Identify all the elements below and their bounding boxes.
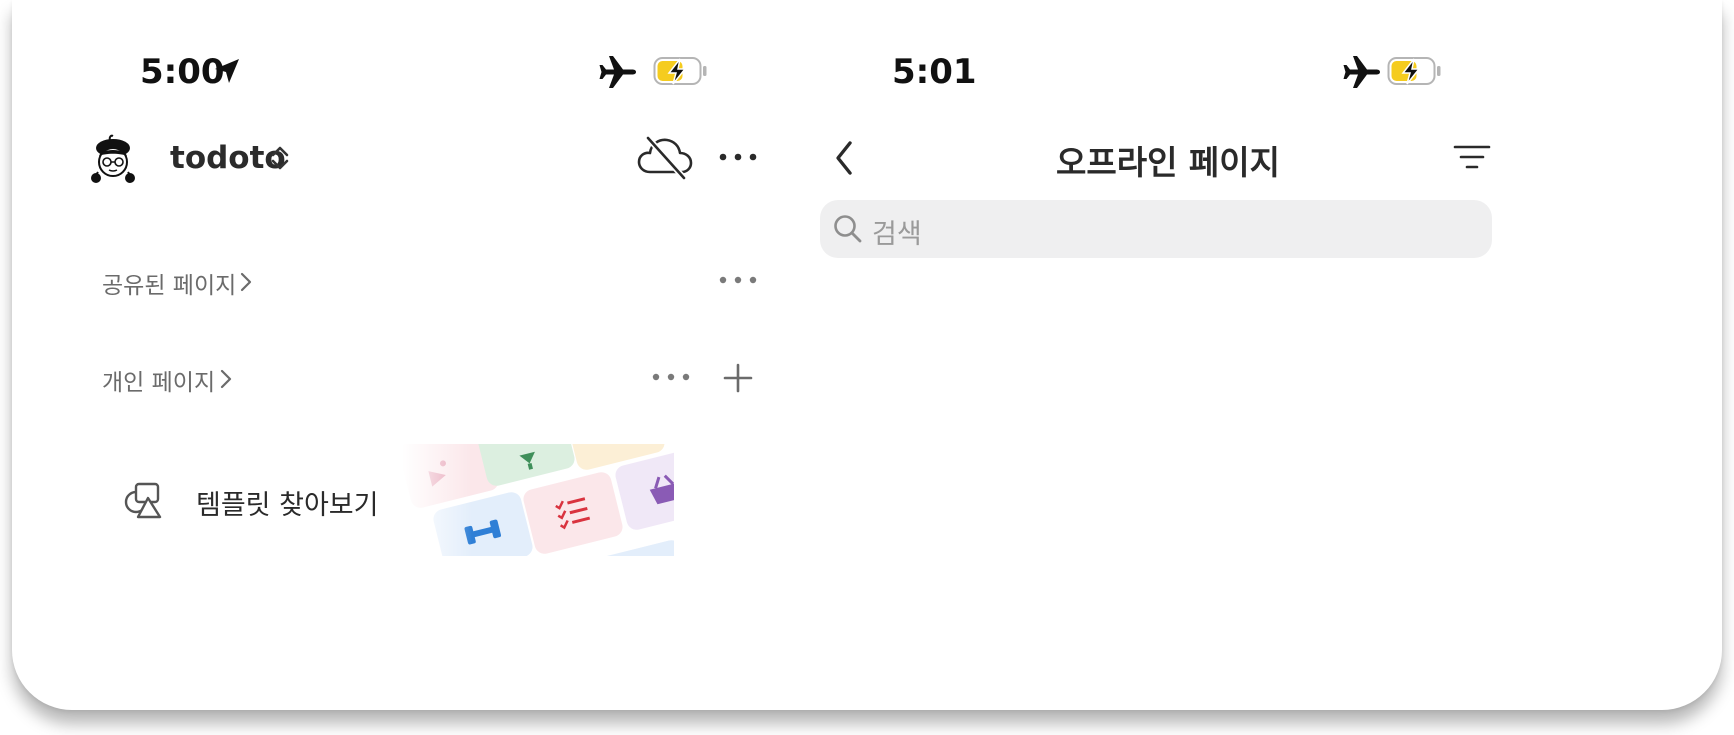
preview-tile-blue-2 — [591, 538, 674, 556]
section-private-pages-label[interactable]: 개인 페이지 — [102, 363, 215, 397]
avatar[interactable] — [88, 134, 138, 186]
plus-icon[interactable] — [722, 362, 754, 394]
private-pages-more-icon[interactable] — [651, 370, 691, 384]
shared-pages-more-icon[interactable] — [718, 273, 758, 287]
page-title: 오프라인 페이지 — [1055, 143, 1280, 182]
template-preview[interactable] — [402, 444, 674, 556]
shapes-icon — [122, 480, 164, 520]
filter-lines-icon[interactable] — [1452, 140, 1492, 174]
battery-charging-icon — [653, 56, 709, 86]
browse-templates-button[interactable]: 템플릿 찾아보기 — [196, 483, 378, 522]
cloud-off-icon[interactable] — [636, 134, 694, 180]
airplane-icon — [1342, 55, 1382, 89]
preview-tile-checklist — [521, 470, 625, 556]
chevron-up-down-icon[interactable] — [269, 144, 291, 172]
section-shared-pages-label[interactable]: 공유된 페이지 — [102, 266, 236, 300]
chevron-right-icon[interactable] — [218, 367, 234, 391]
chevron-left-icon[interactable] — [830, 138, 860, 178]
location-arrow-icon — [212, 56, 242, 86]
search-input[interactable]: 검색 — [820, 200, 1492, 258]
airplane-icon — [598, 55, 638, 89]
search-icon — [832, 213, 864, 245]
chevron-right-icon[interactable] — [238, 270, 254, 294]
screenshot-card: 5:00 todoto 공유된 페이지 개인 페이지 템플릿 찾아보기 5:01… — [12, 0, 1722, 710]
status-time: 5:01 — [892, 52, 977, 92]
battery-charging-icon — [1387, 56, 1443, 86]
preview-fade — [402, 444, 472, 556]
more-icon[interactable] — [718, 150, 758, 164]
search-placeholder: 검색 — [872, 219, 922, 250]
